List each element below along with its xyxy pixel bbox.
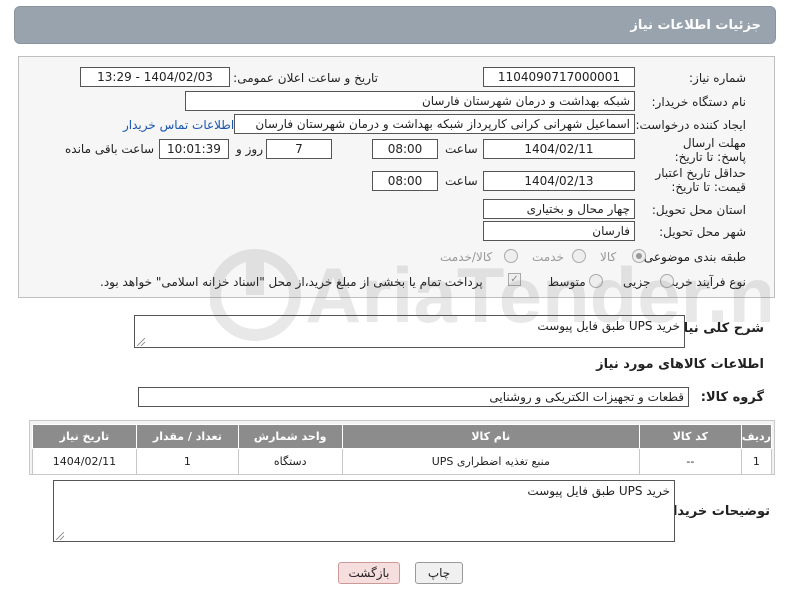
cell-unit: دستگاه (237, 448, 343, 475)
price-date-field[interactable]: 1404/02/13 (483, 171, 635, 191)
price-time-field[interactable]: 08:00 (372, 171, 438, 191)
col-header-unit: واحد شمارش (237, 424, 343, 449)
col-header-row: ردیف (740, 424, 773, 449)
print-button[interactable]: چاپ (415, 562, 463, 584)
resize-grip-icon[interactable] (137, 338, 145, 346)
col-header-date: تاریخ نیاز (32, 424, 137, 449)
goods-info-title: اطلاعات کالاهای مورد نیاز (596, 357, 764, 372)
buyer-notes-textarea[interactable]: خرید UPS طبق فایل پیوست (53, 480, 675, 542)
price-validity-label: حداقل تاریخ اعتبار قیمت: تا تاریخ: (655, 166, 746, 194)
process-radio-medium[interactable] (589, 274, 603, 288)
announce-label: تاریخ و ساعت اعلان عمومی: (233, 71, 378, 85)
province-label: استان محل تحویل: (651, 203, 746, 217)
goods-group-label: گروه کالا: (700, 390, 764, 405)
remaining-time-field[interactable]: 10:01:39 (159, 139, 229, 159)
goods-group-field[interactable]: قطعات و تجهیزات الکتریکی و روشنایی (138, 387, 689, 407)
back-button[interactable]: بازگشت (338, 562, 400, 584)
cell-qty: 1 (135, 448, 239, 475)
page-header: جزئیات اطلاعات نیاز (14, 6, 776, 44)
creator-label: ایجاد کننده درخواست: (635, 118, 746, 132)
page-title: جزئیات اطلاعات نیاز (630, 18, 761, 33)
province-field[interactable]: چهار محال و بختیاری (483, 199, 635, 219)
col-header-code: کد کالا (638, 424, 742, 449)
category-option-service: خدمت (532, 250, 564, 264)
reply-deadline-label: مهلت ارسال پاسخ: تا تاریخ: (674, 136, 746, 164)
contact-info-link[interactable]: اطلاعات تماس خریدار (123, 118, 234, 132)
cell-code: -- (638, 448, 742, 475)
process-option-medium: متوسط (548, 275, 586, 289)
cell-row: 1 (740, 448, 773, 475)
buyer-org-label: نام دستگاه خریدار: (651, 95, 747, 109)
category-option-both: کالا/خدمت (440, 250, 493, 264)
payment-note: پرداخت تمام یا بخشی از مبلغ خرید،از محل … (100, 275, 483, 289)
need-number-field[interactable]: 1104090717000001 (483, 67, 635, 87)
creator-field[interactable]: اسماعیل شهرانی کرانی کارپرداز شبکه بهداش… (234, 114, 635, 134)
city-field[interactable]: فارسان (483, 221, 635, 241)
description-textarea[interactable]: خرید UPS طبق فایل پیوست (134, 315, 685, 348)
need-number-label: شماره نیاز: (689, 71, 746, 85)
buyer-notes-label: توضیحات خریدار: (660, 504, 770, 519)
category-label: طبقه بندی موضوعی: (639, 250, 746, 264)
category-radio-service[interactable] (572, 249, 586, 263)
remaining-label: ساعت باقی مانده (65, 142, 155, 156)
category-option-goods: کالا (600, 250, 617, 264)
category-radio-goods[interactable] (632, 249, 646, 263)
process-radio-minor[interactable] (660, 274, 674, 288)
resize-grip-icon[interactable] (56, 532, 64, 540)
reply-time-label: ساعت (445, 142, 478, 156)
col-header-name: نام کالا (341, 424, 640, 449)
table-row[interactable]: 1 -- منبع تغذیه اضطراری UPS دستگاه 1 140… (32, 448, 773, 475)
buyer-org-field[interactable]: شبکه بهداشت و درمان شهرستان فارسان (185, 91, 635, 111)
category-radio-both[interactable] (504, 249, 518, 263)
treasury-checkbox[interactable]: ✓ (508, 273, 521, 286)
buyer-notes-text: خرید UPS طبق فایل پیوست (527, 484, 670, 498)
days-label: روز و (236, 142, 263, 156)
cell-name: منبع تغذیه اضطراری UPS (341, 448, 640, 475)
description-text: خرید UPS طبق فایل پیوست (537, 319, 680, 333)
days-field[interactable]: 7 (266, 139, 332, 159)
col-header-qty: تعداد / مقدار (135, 424, 239, 449)
items-table: ردیف کد کالا نام کالا واحد شمارش تعداد /… (32, 424, 773, 475)
process-option-minor: جزیی (623, 275, 651, 289)
cell-date: 1404/02/11 (32, 448, 137, 475)
price-time-label: ساعت (445, 174, 478, 188)
reply-time-field[interactable]: 08:00 (372, 139, 438, 159)
reply-date-field[interactable]: 1404/02/11 (483, 139, 635, 159)
announce-datetime-field[interactable]: 1404/02/03 - 13:29 (80, 67, 230, 87)
city-label: شهر محل تحویل: (659, 225, 746, 239)
